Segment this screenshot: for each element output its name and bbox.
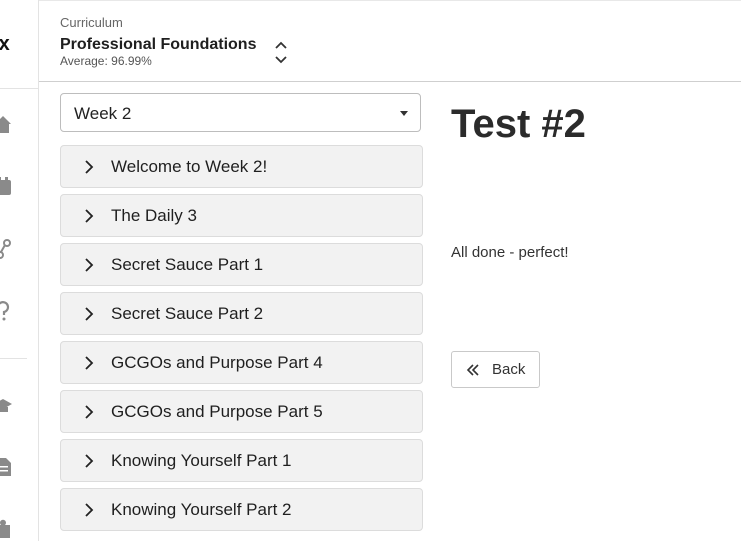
help-icon[interactable] <box>0 301 12 321</box>
lesson-item-label: Knowing Yourself Part 1 <box>111 451 292 470</box>
curriculum-average: Average: 96.99% <box>60 54 152 68</box>
lesson-item-label: Knowing Yourself Part 2 <box>111 500 292 519</box>
page-title: Test #2 <box>451 102 586 146</box>
lesson-list: Welcome to Week 2! The Daily 3 Secret Sauc… <box>60 145 423 537</box>
lesson-item[interactable]: Secret Sauce Part 2 <box>60 292 423 335</box>
week-select-value: Week 2 <box>74 104 132 123</box>
curriculum-switcher-toggle[interactable] <box>271 39 291 69</box>
chevron-right-icon <box>84 356 94 370</box>
home-icon[interactable] <box>0 114 12 134</box>
pathway-icon[interactable] <box>0 239 12 259</box>
chevron-right-icon <box>84 307 94 321</box>
calendar-icon[interactable] <box>0 176 12 196</box>
lesson-item-label: GCGOs and Purpose Part 4 <box>111 353 323 372</box>
double-chevron-left-icon <box>466 363 480 377</box>
curriculum-eyebrow: Curriculum <box>60 15 123 30</box>
chevron-right-icon <box>84 454 94 468</box>
curriculum-title: Professional Foundations <box>60 36 257 53</box>
lesson-item[interactable]: Secret Sauce Part 1 <box>60 243 423 286</box>
left-nav-rail: |x <box>0 0 39 541</box>
chevron-right-icon <box>84 503 94 517</box>
rail-divider <box>0 88 38 89</box>
back-button-label: Back <box>492 361 526 378</box>
lesson-item-label: Secret Sauce Part 2 <box>111 304 264 323</box>
lesson-item-label: Secret Sauce Part 1 <box>111 255 264 274</box>
app-logo[interactable]: |x <box>0 33 10 56</box>
lesson-item[interactable]: Knowing Yourself Part 2 <box>60 488 423 531</box>
lesson-item[interactable]: GCGOs and Purpose Part 5 <box>60 390 423 433</box>
back-button[interactable]: Back <box>451 351 540 388</box>
week-select[interactable]: Week 2 <box>60 93 421 132</box>
lesson-item-label: Welcome to Week 2! <box>111 157 268 176</box>
chevron-right-icon <box>84 258 94 272</box>
lesson-item-label: GCGOs and Purpose Part 5 <box>111 402 323 421</box>
lesson-item-label: The Daily 3 <box>111 206 197 225</box>
result-message: All done - perfect! <box>451 244 569 261</box>
chevron-right-icon <box>84 209 94 223</box>
lesson-item[interactable]: GCGOs and Purpose Part 4 <box>60 341 423 384</box>
caret-down-icon <box>400 111 408 116</box>
rail-divider <box>0 358 27 359</box>
lesson-item[interactable]: Knowing Yourself Part 1 <box>60 439 423 482</box>
curriculum-header: Curriculum Professional Foundations Aver… <box>39 0 741 82</box>
lesson-item[interactable]: The Daily 3 <box>60 194 423 237</box>
graduation-cap-icon[interactable] <box>0 396 12 416</box>
puzzle-icon[interactable] <box>0 519 12 539</box>
chevron-right-icon <box>84 160 94 174</box>
chevron-right-icon <box>84 405 94 419</box>
chevron-up-down-icon <box>275 41 287 64</box>
document-icon[interactable] <box>0 457 12 477</box>
lesson-item[interactable]: Welcome to Week 2! <box>60 145 423 188</box>
